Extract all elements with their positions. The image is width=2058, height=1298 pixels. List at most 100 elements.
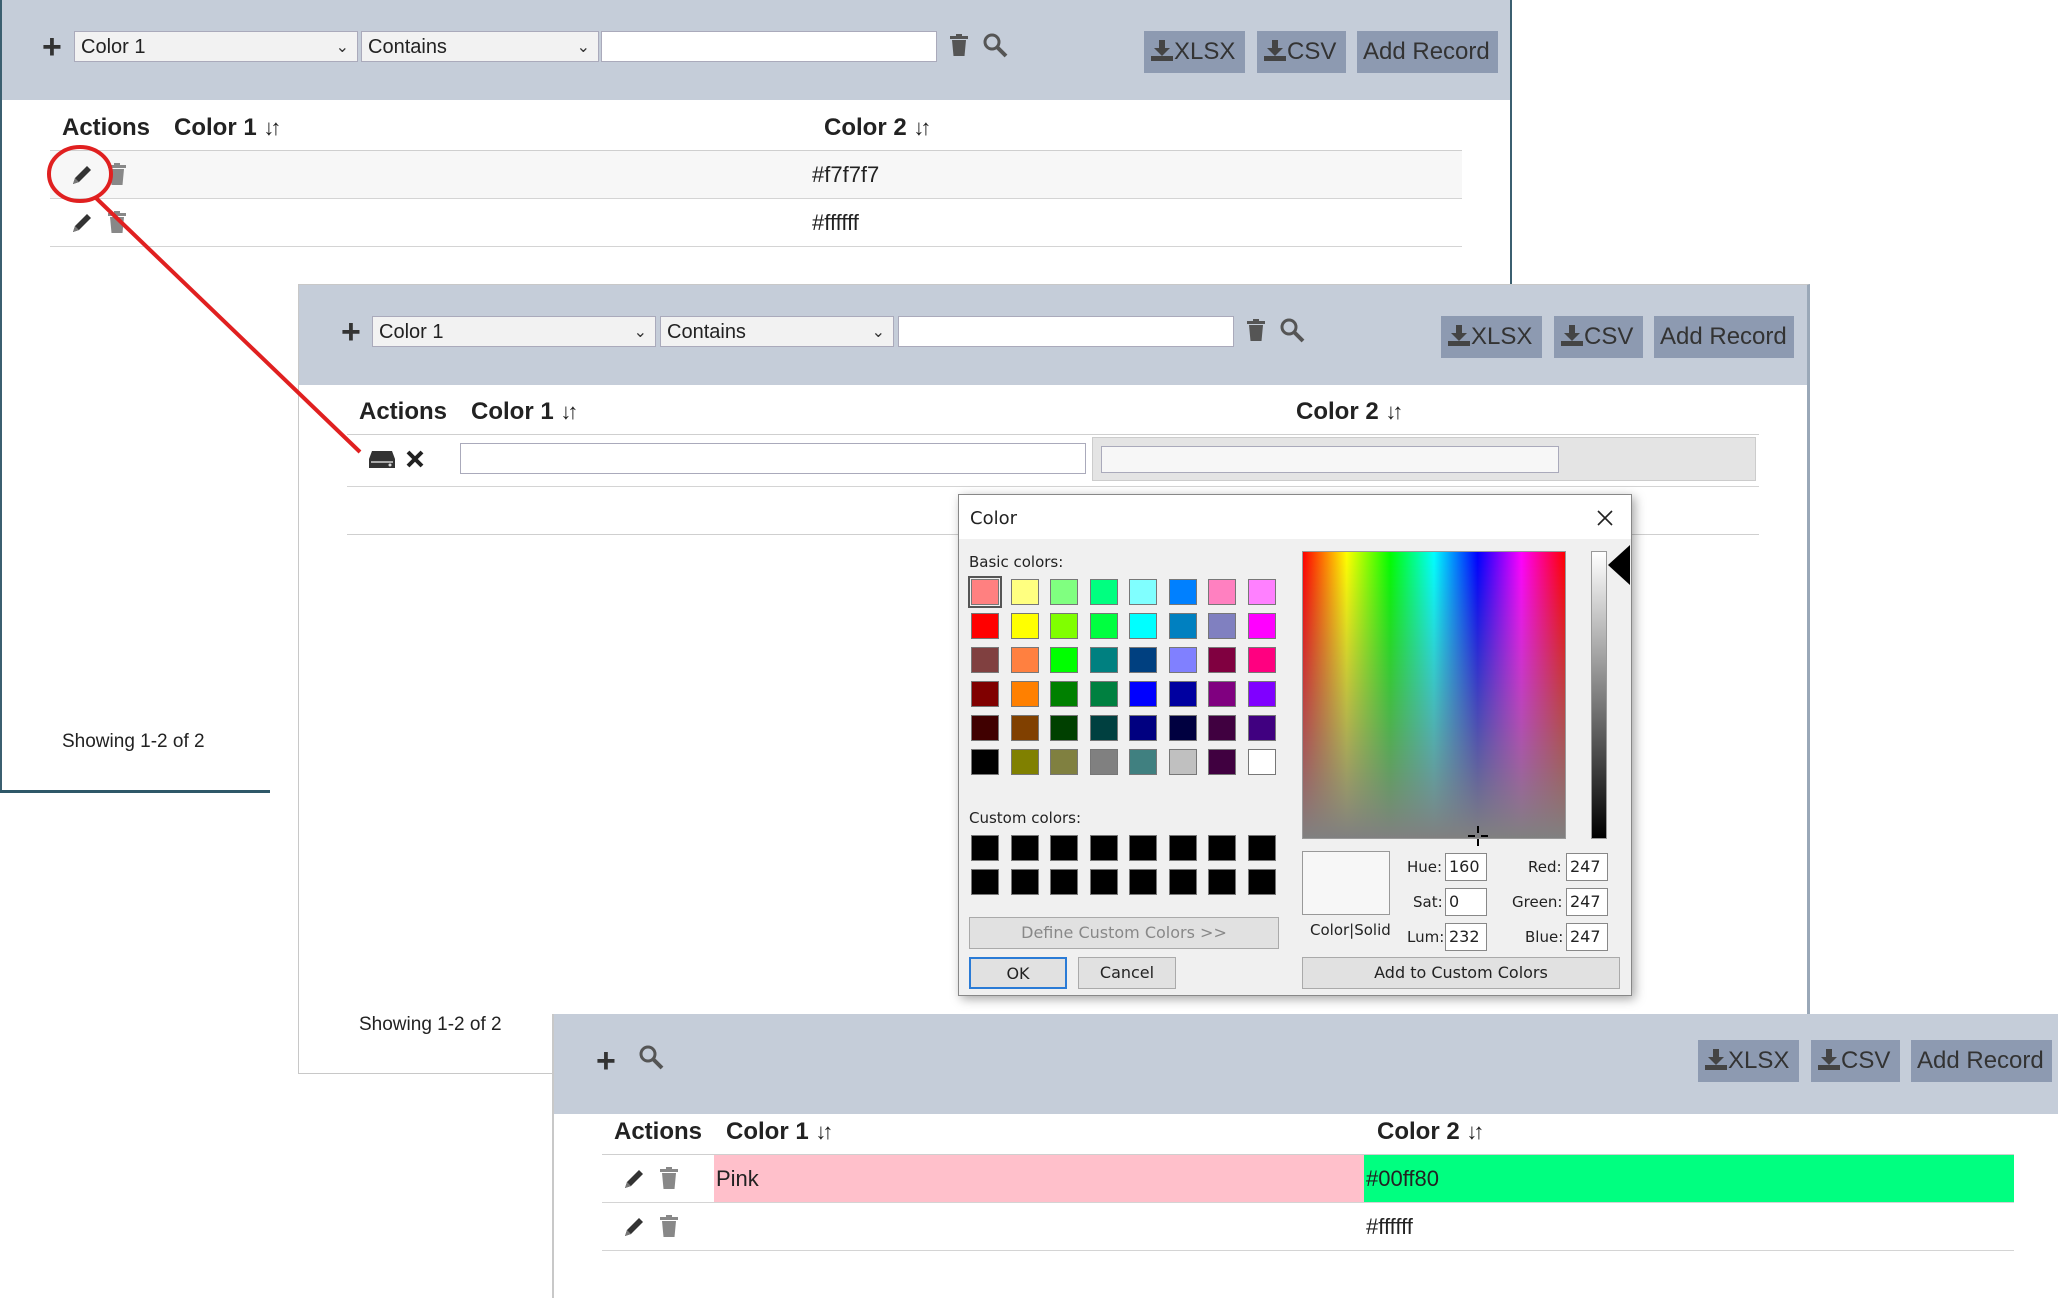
color-swatch[interactable] bbox=[1247, 579, 1276, 605]
export-xlsx-button[interactable]: XLSX bbox=[1144, 31, 1245, 73]
color-swatch[interactable] bbox=[1168, 835, 1197, 861]
luminance-arrow-icon[interactable] bbox=[1608, 545, 1630, 585]
color-swatch[interactable] bbox=[1010, 681, 1039, 707]
color-swatch[interactable] bbox=[1208, 647, 1236, 673]
add-filter-icon[interactable]: + bbox=[42, 30, 62, 64]
color-swatch[interactable] bbox=[1089, 579, 1118, 605]
filter-value-input[interactable] bbox=[601, 31, 937, 62]
color-swatch[interactable] bbox=[1208, 579, 1236, 605]
add-record-button[interactable]: Add Record bbox=[1911, 1040, 2052, 1082]
trash-icon[interactable] bbox=[950, 34, 968, 56]
export-csv-button[interactable]: CSV bbox=[1554, 316, 1643, 358]
color-swatch[interactable] bbox=[1129, 715, 1157, 741]
color-swatch[interactable] bbox=[971, 613, 999, 639]
color-swatch[interactable] bbox=[971, 681, 999, 707]
color-swatch[interactable] bbox=[1010, 579, 1039, 605]
export-csv-button[interactable]: CSV bbox=[1257, 31, 1346, 73]
color-swatch[interactable] bbox=[1089, 715, 1118, 741]
color-swatch[interactable] bbox=[1089, 647, 1118, 673]
color-swatch[interactable] bbox=[1168, 647, 1197, 673]
trash-icon[interactable] bbox=[660, 1215, 678, 1237]
color-swatch[interactable] bbox=[1208, 681, 1236, 707]
color-swatch[interactable] bbox=[1247, 647, 1276, 673]
sort-icon[interactable]: ↓↑ bbox=[1466, 1119, 1484, 1144]
color-swatch[interactable] bbox=[1050, 613, 1078, 639]
pencil-icon[interactable] bbox=[622, 1215, 646, 1239]
red-input[interactable]: 247 bbox=[1566, 853, 1608, 881]
color-swatch[interactable] bbox=[1050, 749, 1078, 775]
column-header-color2[interactable]: Color 2 ↓↑ bbox=[1377, 1118, 1484, 1146]
column-header-color2[interactable]: Color 2 ↓↑ bbox=[1296, 398, 1403, 426]
color-swatch[interactable] bbox=[1010, 715, 1039, 741]
color-swatch[interactable] bbox=[1010, 869, 1039, 895]
color-swatch[interactable] bbox=[1050, 681, 1078, 707]
column-header-color1[interactable]: Color 1 ↓↑ bbox=[174, 114, 281, 142]
pencil-icon[interactable] bbox=[622, 1167, 646, 1191]
color-swatch[interactable] bbox=[971, 835, 999, 861]
color-swatch[interactable] bbox=[1050, 715, 1078, 741]
color-swatch[interactable] bbox=[1247, 869, 1276, 895]
column-header-color2[interactable]: Color 2 ↓↑ bbox=[824, 114, 931, 142]
color-swatch[interactable] bbox=[1168, 869, 1197, 895]
color-swatch[interactable] bbox=[1247, 681, 1276, 707]
sort-icon[interactable]: ↓↑ bbox=[1385, 399, 1403, 424]
color-swatch[interactable] bbox=[1129, 647, 1157, 673]
close-icon[interactable] bbox=[1597, 510, 1613, 526]
luminance-slider[interactable] bbox=[1591, 551, 1607, 839]
color-swatch[interactable] bbox=[1247, 715, 1276, 741]
color-swatch[interactable] bbox=[1247, 835, 1276, 861]
color-swatch[interactable] bbox=[971, 749, 999, 775]
color-swatch[interactable] bbox=[1089, 613, 1118, 639]
color2-edit-input[interactable] bbox=[1101, 446, 1559, 473]
pencil-icon[interactable] bbox=[70, 211, 94, 235]
trash-icon[interactable] bbox=[660, 1167, 678, 1189]
color-swatch[interactable] bbox=[1010, 835, 1039, 861]
color-swatch[interactable] bbox=[1208, 749, 1236, 775]
color-swatch[interactable] bbox=[1089, 681, 1118, 707]
color-swatch[interactable] bbox=[1168, 681, 1197, 707]
sort-icon[interactable]: ↓↑ bbox=[913, 115, 931, 140]
green-input[interactable]: 247 bbox=[1566, 888, 1608, 916]
column-select[interactable]: Color 1 ⌄ bbox=[372, 316, 656, 347]
trash-icon[interactable] bbox=[1247, 319, 1265, 341]
search-icon[interactable] bbox=[1279, 317, 1305, 343]
close-icon[interactable] bbox=[406, 450, 424, 468]
color-swatch[interactable] bbox=[971, 869, 999, 895]
column-header-color1[interactable]: Color 1 ↓↑ bbox=[726, 1118, 833, 1146]
blue-input[interactable]: 247 bbox=[1566, 923, 1608, 951]
cancel-button[interactable]: Cancel bbox=[1078, 957, 1176, 989]
color-swatch[interactable] bbox=[1208, 613, 1236, 639]
sort-icon[interactable]: ↓↑ bbox=[815, 1119, 833, 1144]
sort-icon[interactable]: ↓↑ bbox=[560, 399, 578, 424]
color-swatch[interactable] bbox=[971, 647, 999, 673]
color-swatch[interactable] bbox=[1010, 647, 1039, 673]
color-swatch[interactable] bbox=[1050, 579, 1078, 605]
color-swatch[interactable] bbox=[1168, 579, 1197, 605]
color-swatch[interactable] bbox=[1129, 579, 1157, 605]
color-swatch[interactable] bbox=[1129, 749, 1157, 775]
search-icon[interactable] bbox=[982, 32, 1008, 58]
trash-icon[interactable] bbox=[108, 211, 126, 233]
export-csv-button[interactable]: CSV bbox=[1811, 1040, 1900, 1082]
color-swatch[interactable] bbox=[1089, 749, 1118, 775]
color-swatch[interactable] bbox=[1129, 869, 1157, 895]
color-swatch[interactable] bbox=[1010, 613, 1039, 639]
operator-select[interactable]: Contains ⌄ bbox=[660, 316, 894, 347]
save-icon[interactable] bbox=[368, 449, 396, 469]
color-swatch[interactable] bbox=[1168, 613, 1197, 639]
color-swatch[interactable] bbox=[971, 715, 999, 741]
sort-icon[interactable]: ↓↑ bbox=[263, 115, 281, 140]
add-filter-icon[interactable]: + bbox=[596, 1044, 616, 1078]
add-record-button[interactable]: Add Record bbox=[1357, 31, 1498, 73]
column-select[interactable]: Color 1 ⌄ bbox=[74, 31, 358, 62]
color-spectrum[interactable] bbox=[1302, 551, 1566, 846]
color-swatch[interactable] bbox=[1247, 613, 1276, 639]
operator-select[interactable]: Contains ⌄ bbox=[361, 31, 599, 62]
color-swatch[interactable] bbox=[968, 576, 1002, 608]
export-xlsx-button[interactable]: XLSX bbox=[1698, 1040, 1799, 1082]
color1-edit-input[interactable] bbox=[460, 443, 1086, 474]
pencil-icon[interactable] bbox=[70, 163, 94, 187]
ok-button[interactable]: OK bbox=[969, 957, 1067, 989]
define-custom-colors-button[interactable]: Define Custom Colors >> bbox=[969, 917, 1279, 949]
sat-input[interactable]: 0 bbox=[1445, 888, 1487, 916]
